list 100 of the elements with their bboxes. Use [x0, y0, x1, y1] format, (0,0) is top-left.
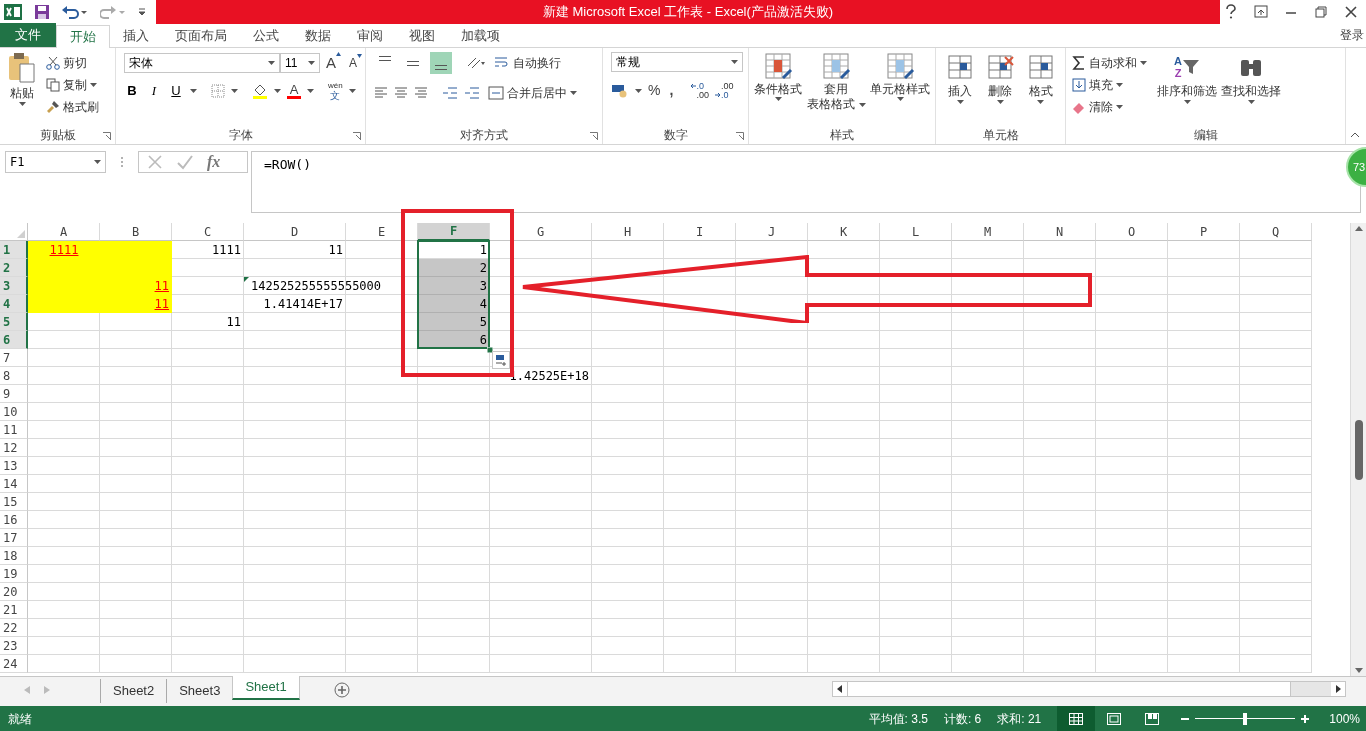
cell-link[interactable]: 1111	[49, 241, 79, 259]
cells-button[interactable]: 删除	[985, 52, 1016, 126]
row-header[interactable]: 8	[0, 367, 28, 385]
column-header[interactable]: A	[28, 223, 100, 241]
zoom-slider[interactable]	[1195, 712, 1296, 725]
auto-fill-options-button[interactable]	[492, 351, 510, 369]
shrink-font-button[interactable]: A	[347, 54, 365, 73]
column-header[interactable]: I	[664, 223, 736, 241]
column-header[interactable]: P	[1168, 223, 1240, 241]
selected-cell[interactable]: 5	[418, 313, 490, 331]
paste-button[interactable]: 粘贴	[4, 52, 40, 126]
column-header[interactable]: Q	[1240, 223, 1312, 241]
column-header[interactable]: J	[736, 223, 808, 241]
phonetic-button[interactable]: wén 文	[328, 80, 343, 101]
row-header[interactable]: 3	[0, 277, 28, 295]
row-header[interactable]: 23	[0, 637, 28, 655]
dialog-launcher-icon[interactable]	[736, 132, 744, 140]
view-button[interactable]	[1057, 706, 1096, 731]
ribbon-tab[interactable]: 审阅	[344, 24, 396, 47]
vertical-align-button[interactable]	[430, 52, 452, 74]
wrap-text-button[interactable]: 自动换行	[492, 52, 563, 74]
column-header[interactable]: O	[1096, 223, 1168, 241]
zoom-in-icon[interactable]	[1301, 714, 1310, 723]
style-gallery-button[interactable]: 单元格样式	[869, 52, 931, 126]
row-header[interactable]: 5	[0, 313, 28, 331]
row-header[interactable]: 1	[0, 241, 28, 259]
file-tab[interactable]: 文件	[0, 23, 56, 47]
ribbon-tab[interactable]: 加载项	[448, 24, 513, 47]
ribbon-tab[interactable]: 视图	[396, 24, 448, 47]
scroll-down-icon[interactable]	[1354, 668, 1363, 673]
vertical-scrollbar[interactable]	[1350, 223, 1366, 676]
sheet-tab[interactable]: Sheet2	[100, 679, 167, 703]
customize-toolbar-icon[interactable]	[138, 8, 146, 16]
column-header[interactable]: B	[100, 223, 172, 241]
row-header[interactable]: 6	[0, 331, 28, 349]
autosum-button[interactable]: 自动求和	[1070, 52, 1149, 74]
font-color-button[interactable]: A	[287, 82, 301, 99]
copy-button[interactable]: 复制	[44, 74, 101, 96]
row-header[interactable]: 24	[0, 655, 28, 673]
grow-font-button[interactable]: A	[324, 52, 343, 75]
format-painter-button[interactable]: 格式刷	[44, 96, 101, 118]
collapse-ribbon-icon[interactable]	[1350, 132, 1360, 138]
fill-color-icon[interactable]	[252, 82, 268, 99]
increase-decimal-button[interactable]: .0 .00	[690, 81, 709, 100]
percent-button[interactable]: %	[648, 80, 661, 101]
merge-center-button[interactable]: 合并后居中	[486, 82, 579, 104]
row-header[interactable]: 22	[0, 619, 28, 637]
column-header[interactable]: G	[490, 223, 592, 241]
text-orientation-icon[interactable]	[466, 56, 486, 70]
selected-cell[interactable]: 3	[418, 277, 490, 295]
cell-link[interactable]: 11	[154, 295, 169, 313]
fill-button[interactable]: 填充	[1070, 74, 1149, 96]
scroll-thumb[interactable]	[847, 682, 1291, 696]
scroll-up-icon[interactable]	[1354, 226, 1363, 231]
decrease-decimal-button[interactable]: .00 .0	[714, 81, 734, 100]
column-header[interactable]: K	[808, 223, 880, 241]
highlighted-cell[interactable]: 11	[100, 277, 172, 295]
sort-filter-button[interactable]: A Z 排序和筛选	[1157, 52, 1217, 126]
selected-cell[interactable]: 2	[418, 259, 490, 277]
column-header[interactable]: L	[880, 223, 952, 241]
underline-button[interactable]: U	[168, 80, 184, 101]
dialog-launcher-icon[interactable]	[590, 132, 598, 140]
row-header[interactable]: 4	[0, 295, 28, 313]
font-name-field[interactable]: 宋体	[124, 53, 280, 74]
column-header[interactable]: F	[418, 223, 490, 241]
name-box[interactable]: F1	[5, 151, 106, 173]
style-gallery-button[interactable]: 条件格式	[753, 52, 803, 126]
column-header[interactable]: M	[952, 223, 1024, 241]
find-select-button[interactable]: 查找和选择	[1221, 52, 1281, 126]
insert-function-button[interactable]: fx	[207, 150, 221, 174]
save-icon[interactable]	[34, 4, 50, 20]
number-format-field[interactable]: 常规	[611, 52, 743, 72]
undo-icon[interactable]	[62, 5, 88, 19]
ribbon-tab[interactable]: 公式	[240, 24, 292, 47]
sign-in-link[interactable]: 登录	[1340, 26, 1364, 44]
dialog-launcher-icon[interactable]	[103, 132, 111, 140]
row-header[interactable]: 21	[0, 601, 28, 619]
horizontal-scrollbar[interactable]	[832, 681, 1346, 697]
sheet-tab[interactable]: Sheet1	[232, 676, 300, 700]
highlighted-cell[interactable]: 11	[100, 295, 172, 313]
font-size-field[interactable]: 11	[280, 53, 320, 74]
highlighted-cell[interactable]: 1111	[28, 241, 100, 259]
zoom-level[interactable]: 100%	[1329, 709, 1360, 728]
currency-icon[interactable]	[611, 83, 629, 98]
ribbon-tab[interactable]: 数据	[292, 24, 344, 47]
comma-button[interactable]: ,	[666, 80, 677, 101]
clear-button[interactable]: 清除	[1070, 96, 1149, 118]
cut-button[interactable]: 剪切	[44, 52, 101, 74]
style-gallery-button[interactable]: 套用 表格格式	[805, 52, 867, 126]
column-header[interactable]: D	[244, 223, 346, 241]
zoom-slider-thumb[interactable]	[1243, 712, 1248, 725]
cells-button[interactable]: 格式	[1025, 52, 1056, 126]
column-header[interactable]: H	[592, 223, 664, 241]
column-header[interactable]: E	[346, 223, 418, 241]
cell-link[interactable]: 11	[154, 277, 169, 295]
column-header[interactable]: C	[172, 223, 244, 241]
add-sheet-icon[interactable]	[333, 682, 350, 698]
cells-button[interactable]: 插入	[945, 52, 976, 126]
ribbon-tab[interactable]: 插入	[110, 24, 162, 47]
italic-button[interactable]: I	[146, 80, 162, 101]
